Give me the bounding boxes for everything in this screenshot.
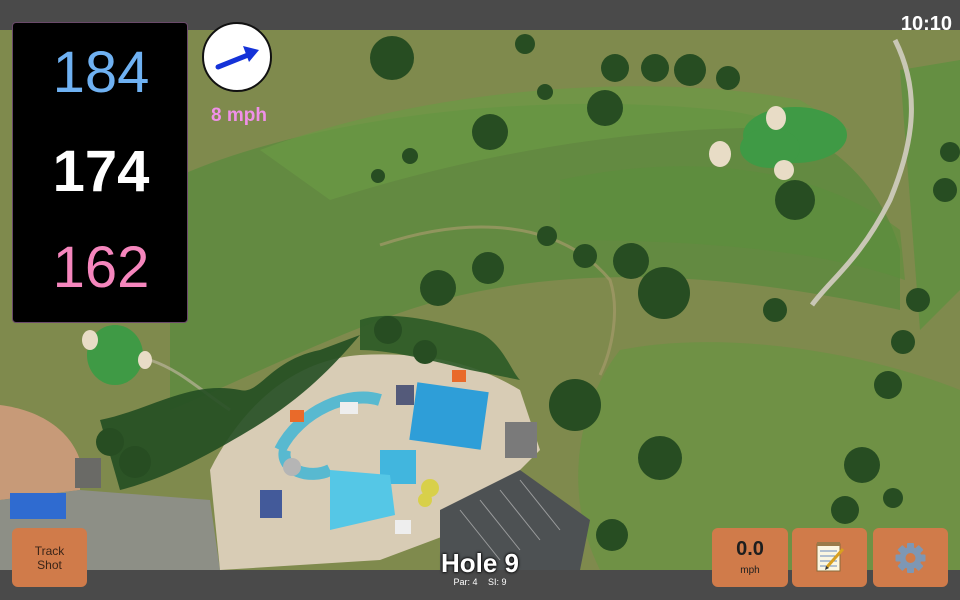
settings-button[interactable] — [873, 528, 948, 587]
shot-speed-button[interactable]: 0.0 mph — [712, 528, 788, 587]
hole-stroke-index: SI: 9 — [488, 577, 507, 587]
track-shot-label-line1: Track — [34, 544, 65, 558]
front-distance: 162 — [52, 235, 150, 300]
back-distance: 184 — [52, 40, 150, 105]
hole-info: Par: 4 SI: 9 — [400, 576, 560, 588]
notepad-icon — [816, 542, 845, 572]
track-shot-label-line2: Shot — [37, 558, 62, 572]
notes-button[interactable] — [792, 528, 867, 587]
wind-speed: 8 mph — [211, 105, 267, 126]
gear-icon — [895, 543, 926, 573]
golf-gps-screen: 10:10 184 174 162 8 mph Track Shot 0.0 m… — [0, 0, 960, 600]
wind-direction-indicator — [202, 22, 272, 92]
speed-unit: mph — [740, 565, 760, 576]
middle-distance: 174 — [52, 139, 150, 204]
distance-panel: 184 174 162 — [12, 22, 188, 323]
hole-title: Hole 9 — [440, 548, 520, 578]
wind-arrow-icon — [215, 46, 259, 70]
track-shot-button[interactable]: Track Shot — [12, 528, 87, 587]
speed-value: 0.0 — [736, 538, 764, 560]
hole-par: Par: 4 — [453, 577, 478, 587]
